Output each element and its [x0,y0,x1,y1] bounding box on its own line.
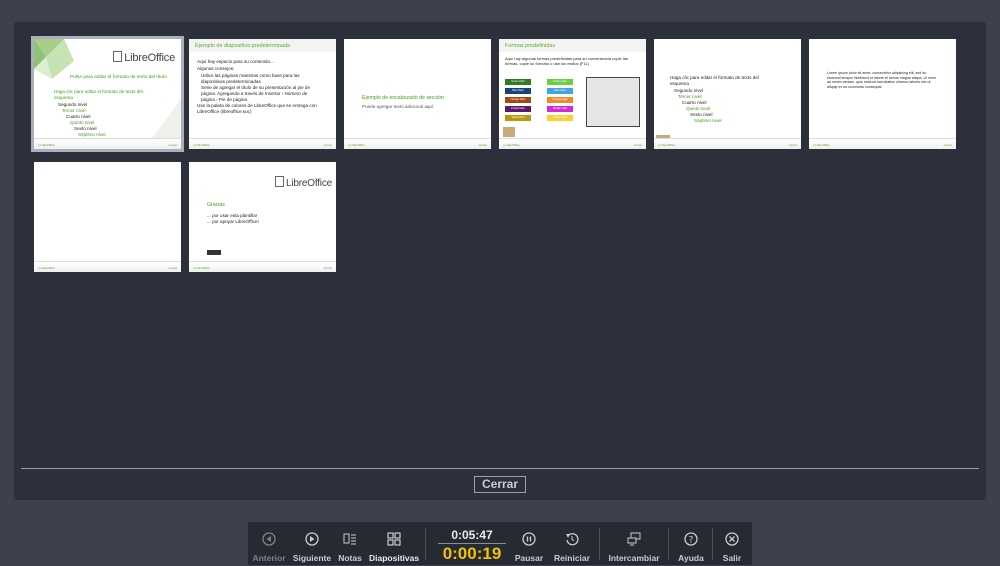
slide-bullet: Aquí hay espacio para su contenido... [197,59,274,64]
slide-bullet: Algunos consejos: [197,66,235,71]
svg-text:?: ? [689,536,694,546]
restart-button[interactable]: Reiniciar [553,526,591,563]
license-badge [207,250,221,255]
slide-footer: ▯ LibreOffice ▪▪▪▪▪▪▪▪ [189,138,336,149]
shape-orange-light: Orange Light [547,97,573,103]
exchange-label: Intercambiar [608,553,660,563]
slide-body-text: Lorem ipsum dolor sit amet, consectetur … [827,71,936,89]
slide-title: Pulse para editar el formato de texto de… [70,75,167,80]
slides-button[interactable]: Diapositivas [369,526,420,563]
slide-footer: ▯ LibreOffice ▪▪▪▪▪▪▪▪ [654,138,801,149]
presenter-toolbar: Anterior Siguiente Notas Diapositivas 0:… [248,522,752,565]
shape-yellow-dark: Yellow Dark [505,115,531,121]
notes-button[interactable]: Notas [337,526,363,563]
previous-button[interactable]: Anterior [252,526,286,563]
slide-bullet: Haga clic para editar el formato de text… [54,89,143,100]
shape-blue-light: Blue Light [547,88,573,94]
pause-icon [522,532,536,546]
help-label: Ayuda [678,553,704,563]
previous-icon [262,532,276,546]
slide-thumbnail-6[interactable]: Lorem ipsum dolor sit amet, consectetur … [809,39,956,149]
pause-button[interactable]: Pausar [514,526,544,563]
slide-bullet: Séptimo nivel [694,118,722,123]
slide-thumbnail-2[interactable]: Ejemplo de diapositiva predeterminada Aq… [189,39,336,149]
slide-title-bar: Formas predefinidas [499,39,646,52]
help-button[interactable]: ? Ayuda [676,526,706,563]
shape-text-box [586,77,640,127]
shape-yellow-light: Yellow Light [547,115,573,121]
slide-title: Ejemplo de encabezado de sección [362,95,444,101]
slide-subtitle: Puede agregar texto adicional aquí [362,104,434,109]
slide-grid: LibreOffice Pulse para editar el formato… [31,36,984,291]
pause-label: Pausar [514,553,544,563]
slide-thumbnail-4[interactable]: Formas predefinidas Aquí hay algunas for… [499,39,646,149]
previous-label: Anterior [252,553,286,563]
close-icon [725,532,739,546]
shape-blue-dark: Blue Dark [505,88,531,94]
slide-intro: Aquí hay algunas formas predefinidas par… [505,56,628,66]
exchange-button[interactable]: Intercambiar [608,526,660,563]
next-label: Siguiente [292,553,332,563]
slide-thumbnail-1[interactable]: LibreOffice Pulse para editar el formato… [31,36,184,152]
shape-orange-dark: Orange Dark [505,97,531,103]
slide-thumbnail-5[interactable]: Haga clic para editar el formato de text… [654,39,801,149]
toolbar-separator [668,528,669,560]
exit-button[interactable]: Salir [719,526,745,563]
photo-thumb [503,127,515,137]
elapsed-timer: 0:00:19 [442,544,502,563]
help-icon: ? [684,532,698,546]
slide-footer: ▯ LibreOffice ▪▪▪▪▪▪▪▪ [189,261,336,272]
slides-grid-icon [387,532,401,546]
toolbar-separator [425,528,426,560]
next-icon [305,532,319,546]
slide-title: Formas predefinidas [505,43,556,49]
slide-bullet: Use la paleta de colores de LibreOffice … [197,103,317,114]
slide-thumbnail-7[interactable]: ▯ LibreOffice ▪▪▪▪▪▪▪▪ [34,162,181,272]
slide-title: Gracias [207,202,225,208]
slide-footer: ▯ LibreOffice ▪▪▪▪▪▪▪▪ [499,138,646,149]
toolbar-separator [599,528,600,560]
exit-label: Salir [722,553,742,563]
slide-bullet: Haga clic para editar el formato de text… [670,75,759,86]
clock-display: 0:05:47 [451,528,493,542]
shape-green-light: Green Light [547,79,573,85]
slide-bullet: Utilice las páginas maestras como base p… [201,73,300,84]
slide-footer: ▯ LibreOffice ▪▪▪▪▪▪▪▪ [809,138,956,149]
shape-purple-light: Purple Light [547,106,573,112]
restart-label: Reiniciar [554,553,590,563]
slide-bullet: Serie de agregar el título de su present… [201,85,311,102]
slide-footer: ▯ LibreOffice ▪▪▪▪▪▪▪▪ [34,138,181,149]
toolbar-separator [712,528,713,560]
notes-label: Notas [338,553,362,563]
close-button[interactable]: Cerrar [474,476,526,493]
shape-green-dark: Green Dark [505,79,531,85]
slides-label: Diapositivas [369,553,420,563]
exchange-monitors-icon [627,532,641,546]
libreoffice-logo: LibreOffice [113,51,175,64]
panel-divider [21,468,979,469]
restart-icon [566,533,579,546]
slide-title: Ejemplo de diapositiva predeterminada [195,43,291,49]
slide-footer: ▯ LibreOffice ▪▪▪▪▪▪▪▪ [344,138,491,149]
slide-title-bar: Ejemplo de diapositiva predeterminada [189,39,336,52]
libreoffice-logo: LibreOffice [275,176,332,189]
slide-thumbnail-3[interactable]: Ejemplo de encabezado de sección Puede a… [344,39,491,149]
slide-thumbnail-8[interactable]: LibreOffice Gracias ... por usar esta pl… [189,162,336,272]
notes-icon [343,533,356,545]
slide-sorter-panel: LibreOffice Pulse para editar el formato… [14,22,986,500]
shape-purple-dark: Purple Dark [505,106,531,112]
next-button[interactable]: Siguiente [292,526,332,563]
slide-footer: ▯ LibreOffice ▪▪▪▪▪▪▪▪ [34,261,181,272]
slide-line: ... por apoyar LibreOffice! [207,219,259,224]
